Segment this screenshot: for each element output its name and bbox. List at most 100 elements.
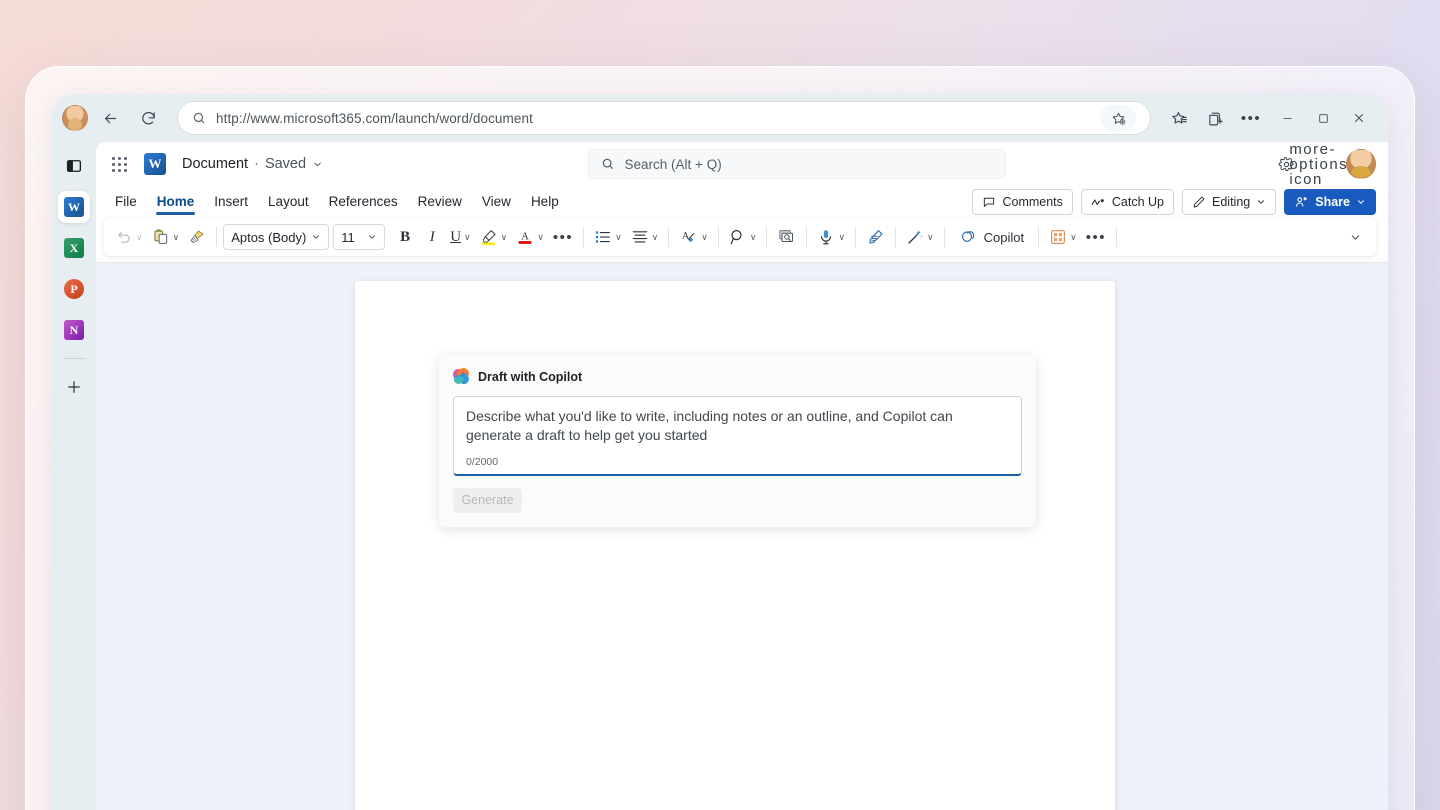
undo-icon	[118, 231, 130, 243]
font-color-button[interactable]: A ∨	[512, 222, 548, 252]
tab-references[interactable]: References	[320, 190, 407, 215]
chevron-down-icon: ∨	[615, 231, 622, 242]
ribbon: ∨ ∨ Aptos (Body) 11 B I U ∨ ∨ A ∨ ••• ∨ …	[104, 218, 1376, 256]
copilot-button[interactable]: Copilot	[951, 222, 1032, 252]
chevron-down-icon	[314, 162, 321, 167]
search-placeholder: Search (Alt + Q)	[624, 156, 722, 172]
font-more-button[interactable]: •••	[549, 222, 577, 252]
immersive-reader-button[interactable]	[773, 222, 800, 252]
paste-icon	[154, 229, 167, 244]
search-icon	[602, 158, 613, 169]
ribbon-separator	[668, 227, 670, 247]
copilot-prompt-input[interactable]: Describe what you'd like to write, inclu…	[453, 396, 1022, 476]
header-more-button[interactable]: more-options-icon	[1289, 142, 1353, 187]
sidebar-item-word[interactable]: W	[58, 191, 90, 223]
favorites-button[interactable]	[1164, 103, 1194, 133]
back-button[interactable]	[94, 102, 126, 134]
font-size-select[interactable]: 11	[333, 224, 386, 250]
sidebar-toggle-button[interactable]	[58, 150, 90, 182]
document-title-group[interactable]: Document · Saved	[182, 156, 323, 172]
catch-up-icon	[1091, 198, 1104, 205]
search-input[interactable]: Search (Alt + Q)	[587, 149, 1006, 179]
underline-button[interactable]: U ∨	[446, 222, 474, 252]
bullets-button[interactable]: ∨	[590, 222, 626, 252]
font-name-value: Aptos (Body)	[231, 229, 307, 245]
format-painter-button[interactable]	[184, 222, 210, 252]
tab-layout[interactable]: Layout	[259, 190, 318, 215]
chevron-down-icon	[313, 235, 320, 239]
tab-insert[interactable]: Insert	[205, 190, 257, 215]
ribbon-more-button[interactable]: •••	[1082, 222, 1110, 252]
font-color-icon: A	[518, 232, 532, 244]
more-commands-icon: •••	[1085, 228, 1106, 246]
ribbon-container: ∨ ∨ Aptos (Body) 11 B I U ∨ ∨ A ∨ ••• ∨ …	[96, 218, 1388, 262]
tab-file[interactable]: File	[106, 190, 146, 215]
styles-button[interactable]: A ∨	[675, 222, 712, 252]
tab-review[interactable]: Review	[409, 190, 471, 215]
chevron-down-icon: ∨	[927, 231, 934, 242]
highlight-color-button[interactable]: ∨	[476, 222, 512, 252]
ribbon-separator	[943, 227, 945, 247]
browser-more-button[interactable]: •••	[1236, 103, 1266, 133]
url-bar[interactable]: http://www.microsoft365.com/launch/word/…	[178, 102, 1150, 134]
copilot-dialog-title: Draft with Copilot	[478, 369, 583, 384]
undo-button[interactable]: ∨	[112, 222, 147, 252]
bold-icon: B	[400, 228, 411, 245]
onenote-icon: N	[64, 320, 84, 340]
chevron-down-icon: ∨	[838, 231, 846, 242]
catch-up-button[interactable]: Catch Up	[1080, 189, 1175, 215]
share-button[interactable]: Share	[1284, 189, 1376, 215]
more-options-icon: more-options-icon	[1289, 142, 1355, 188]
copilot-logo-icon	[451, 365, 472, 387]
chevron-down-icon: ∨	[464, 231, 471, 242]
editor-icon	[869, 230, 883, 244]
document-canvas[interactable]: Draft with Copilot Describe what you'd l…	[96, 262, 1388, 810]
designer-button[interactable]: ∨	[902, 222, 938, 252]
app-launcher-button[interactable]	[102, 147, 136, 181]
tab-view[interactable]: View	[473, 190, 520, 215]
excel-icon: X	[64, 238, 84, 258]
add-app-button[interactable]	[58, 371, 90, 403]
ribbon-separator	[855, 227, 857, 247]
comments-label: Comments	[1002, 195, 1063, 209]
copilot-dialog-header: Draft with Copilot	[451, 365, 1022, 387]
italic-button[interactable]: I	[419, 222, 445, 252]
collections-button[interactable]	[1200, 103, 1230, 133]
chevron-down-icon: ∨	[701, 231, 708, 242]
browser-more-icon: •••	[1240, 109, 1262, 127]
sidebar-item-excel[interactable]: X	[58, 232, 90, 264]
dictate-button[interactable]: ∨	[813, 222, 849, 252]
browser-profile-avatar[interactable]	[62, 105, 88, 131]
find-button[interactable]: ∨	[725, 222, 761, 252]
maximize-button[interactable]	[1308, 103, 1338, 133]
share-person-icon	[1296, 197, 1308, 207]
refresh-button[interactable]	[132, 102, 164, 134]
minimize-button[interactable]	[1272, 103, 1302, 133]
magic-wand-icon	[908, 230, 923, 244]
tab-home[interactable]: Home	[148, 190, 204, 215]
avatar[interactable]	[1346, 149, 1376, 179]
chevron-down-icon: ∨	[136, 231, 143, 242]
paste-button[interactable]: ∨	[148, 222, 184, 252]
tab-help[interactable]: Help	[522, 190, 568, 215]
sidebar-item-powerpoint[interactable]: P	[58, 273, 90, 305]
comments-button[interactable]: Comments	[972, 189, 1073, 215]
rail-divider	[63, 358, 85, 359]
add-favorite-button[interactable]	[1100, 105, 1136, 131]
addins-button[interactable]: ∨	[1045, 222, 1081, 252]
collapse-ribbon-button[interactable]	[1342, 222, 1368, 252]
font-name-select[interactable]: Aptos (Body)	[223, 224, 330, 250]
bold-button[interactable]: B	[392, 222, 418, 252]
save-status: Saved	[264, 156, 307, 172]
alignment-button[interactable]: ∨	[627, 222, 663, 252]
chevron-down-icon: ∨	[537, 231, 544, 242]
close-button[interactable]	[1344, 103, 1374, 133]
editor-button[interactable]	[862, 222, 889, 252]
powerpoint-icon: P	[64, 279, 84, 299]
microphone-icon	[821, 230, 832, 245]
draft-with-copilot-dialog: Draft with Copilot Describe what you'd l…	[439, 355, 1036, 527]
generate-button[interactable]: Generate	[453, 487, 522, 513]
editing-mode-button[interactable]: Editing	[1182, 189, 1277, 215]
sidebar-item-onenote[interactable]: N	[58, 314, 90, 346]
add-favorite-icon	[1112, 112, 1125, 125]
